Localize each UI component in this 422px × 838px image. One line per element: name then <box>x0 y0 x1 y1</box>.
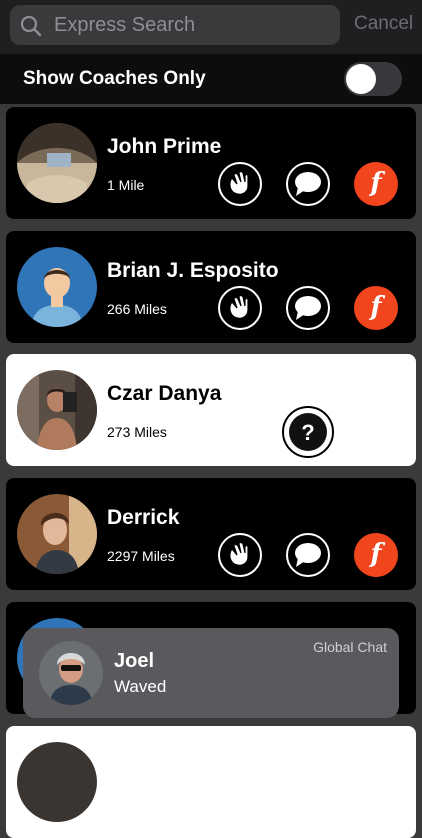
avatar <box>17 247 97 327</box>
search-input[interactable]: Express Search <box>10 5 340 45</box>
top-bar: Express Search Cancel <box>0 0 422 54</box>
coach-filter-label: Show Coaches Only <box>23 68 206 89</box>
coach-filter-row: Show Coaches Only <box>0 54 422 104</box>
chat-button[interactable] <box>286 286 330 330</box>
f-logo-icon: f <box>370 539 382 569</box>
waving-hand-icon <box>229 541 249 566</box>
f-logo-icon: f <box>370 168 382 198</box>
question-mark-icon: ? <box>301 420 315 445</box>
person-card[interactable]: Derrick 2297 Miles f <box>6 478 416 590</box>
notification-avatar <box>39 641 103 705</box>
avatar <box>17 742 97 822</box>
notification-banner[interactable]: Joel Waved Global Chat <box>23 628 399 718</box>
person-name: Brian J. Esposito <box>107 259 279 282</box>
notification-sender: Joel <box>114 650 155 672</box>
waving-hand-icon <box>229 294 249 319</box>
toggle-knob <box>346 64 376 94</box>
chat-button[interactable] <box>286 162 330 206</box>
search-placeholder: Express Search <box>54 14 196 36</box>
f-logo-icon: f <box>370 292 382 322</box>
person-distance: 2297 Miles <box>107 548 175 564</box>
cancel-button[interactable]: Cancel <box>354 13 413 35</box>
avatar <box>17 370 97 450</box>
person-card[interactable]: John Prime 1 Mile f <box>6 107 416 219</box>
fitness-profile-button[interactable]: f <box>354 162 398 206</box>
person-card[interactable] <box>6 726 416 838</box>
speech-bubble-icon <box>295 543 321 567</box>
person-name: Derrick <box>107 506 180 529</box>
person-card[interactable]: Czar Danya 273 Miles ? <box>6 354 416 466</box>
person-distance: 266 Miles <box>107 301 167 317</box>
wave-button[interactable] <box>218 162 262 206</box>
fitness-profile-button[interactable]: f <box>354 533 398 577</box>
person-card[interactable]: Brian J. Esposito 266 Miles f <box>6 231 416 343</box>
coach-filter-toggle[interactable] <box>344 62 402 96</box>
notification-source: Global Chat <box>313 639 387 655</box>
info-button[interactable]: ? <box>282 406 334 458</box>
person-name: John Prime <box>107 135 222 158</box>
person-name: Czar Danya <box>107 382 222 405</box>
avatar <box>17 123 97 203</box>
search-icon <box>20 15 42 37</box>
speech-bubble-icon <box>295 172 321 196</box>
speech-bubble-icon <box>295 296 321 320</box>
wave-button[interactable] <box>218 286 262 330</box>
person-distance: 1 Mile <box>107 177 145 193</box>
fitness-profile-button[interactable]: f <box>354 286 398 330</box>
chat-button[interactable] <box>286 533 330 577</box>
avatar <box>17 494 97 574</box>
waving-hand-icon <box>229 170 249 195</box>
wave-button[interactable] <box>218 533 262 577</box>
notification-message: Waved <box>114 677 167 696</box>
person-distance: 273 Miles <box>107 424 167 440</box>
